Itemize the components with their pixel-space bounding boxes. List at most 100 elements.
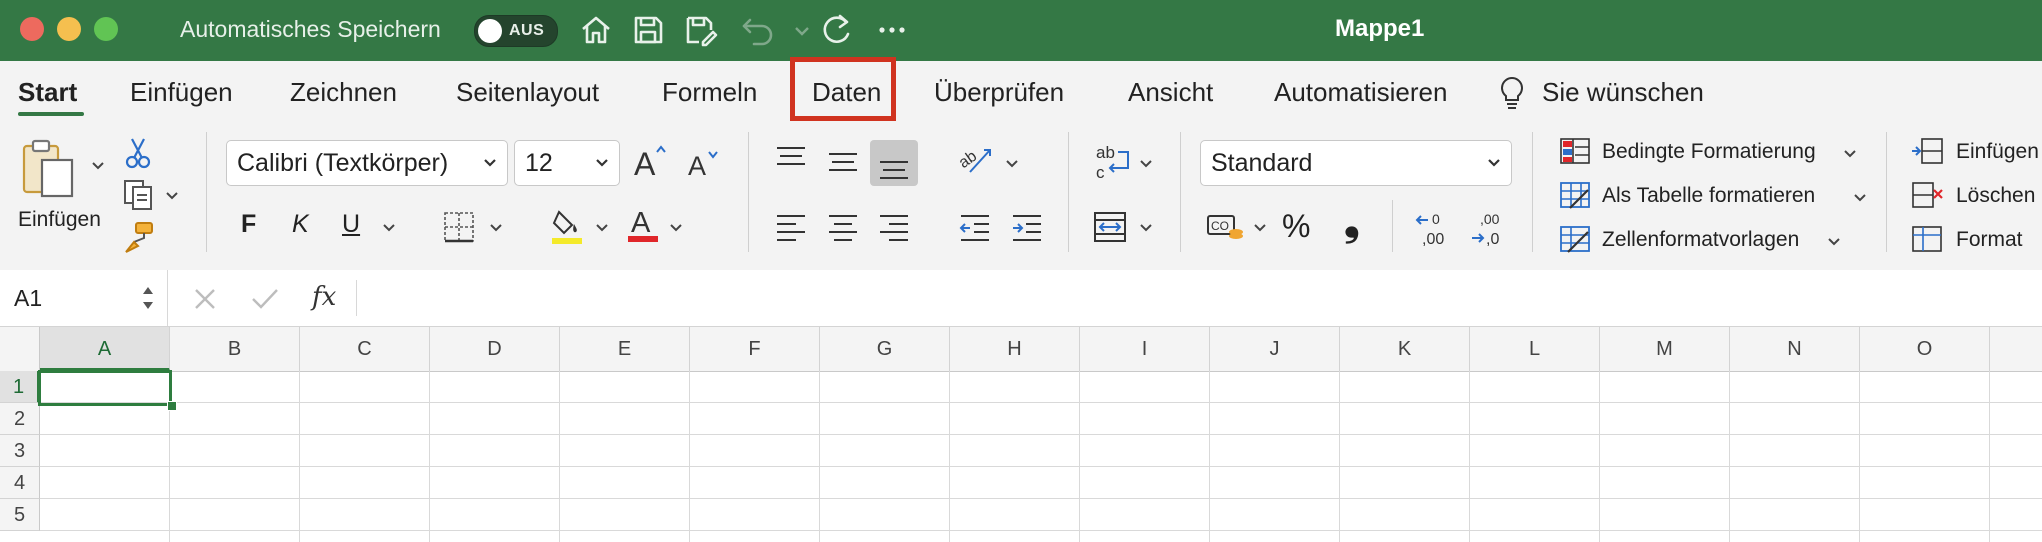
percent-style-button[interactable]: %: [1282, 208, 1310, 245]
increase-indent-icon[interactable]: [1010, 212, 1044, 242]
insert-cells-icon[interactable]: [1910, 136, 1944, 166]
font-name-select[interactable]: Calibri (Textkörper): [226, 140, 508, 186]
tab-start[interactable]: Start: [18, 77, 77, 108]
conditional-formatting-label[interactable]: Bedingte Formatierung: [1602, 140, 1816, 164]
conditional-formatting-chevron-icon[interactable]: [1842, 146, 1858, 162]
column-header-e[interactable]: E: [560, 327, 690, 371]
merge-cells-icon[interactable]: [1092, 210, 1128, 244]
column-header-h[interactable]: H: [950, 327, 1080, 371]
fill-color-dropdown-chevron-icon[interactable]: [594, 220, 610, 236]
column-header-o[interactable]: O: [1860, 327, 1990, 371]
cancel-entry-icon[interactable]: [192, 286, 218, 312]
column-header-j[interactable]: J: [1210, 327, 1340, 371]
cut-icon[interactable]: [124, 136, 152, 170]
more-icon[interactable]: [874, 12, 910, 48]
format-as-table-label[interactable]: Als Tabelle formatieren: [1602, 184, 1815, 208]
column-header-b[interactable]: B: [170, 327, 300, 371]
wrap-text-dropdown-chevron-icon[interactable]: [1138, 156, 1154, 172]
row-header-5[interactable]: 5: [0, 499, 40, 531]
tab-formulas[interactable]: Formeln: [662, 77, 757, 108]
selected-cell-a1[interactable]: [38, 370, 172, 406]
tab-review[interactable]: Überprüfen: [934, 77, 1064, 108]
formula-input[interactable]: [362, 274, 2042, 322]
redo-icon[interactable]: [818, 12, 854, 48]
merge-cells-dropdown-chevron-icon[interactable]: [1138, 220, 1154, 236]
tab-view[interactable]: Ansicht: [1128, 77, 1213, 108]
comma-style-button[interactable]: ❟: [1344, 200, 1360, 245]
tab-page-layout[interactable]: Seitenlayout: [456, 77, 599, 108]
format-painter-icon[interactable]: [122, 220, 156, 254]
borders-dropdown-chevron-icon[interactable]: [488, 220, 504, 236]
decrease-font-size-icon[interactable]: A: [686, 148, 720, 180]
format-cells-label[interactable]: Format: [1956, 228, 2023, 252]
column-header-k[interactable]: K: [1340, 327, 1470, 371]
font-size-select[interactable]: 12: [514, 140, 620, 186]
decrease-decimal-button[interactable]: ,00,0: [1468, 210, 1512, 250]
insert-cells-label[interactable]: Einfügen: [1956, 140, 2039, 164]
delete-cells-icon[interactable]: [1910, 180, 1944, 210]
align-middle-icon[interactable]: [826, 148, 860, 178]
conditional-formatting-icon[interactable]: [1558, 136, 1592, 166]
column-header-i[interactable]: I: [1080, 327, 1210, 371]
orientation-dropdown-chevron-icon[interactable]: [1004, 156, 1020, 172]
tab-insert[interactable]: Einfügen: [130, 77, 233, 108]
italic-button[interactable]: K: [292, 210, 309, 239]
orientation-icon[interactable]: ab: [956, 142, 996, 178]
font-color-dropdown-chevron-icon[interactable]: [668, 220, 684, 236]
tab-automate[interactable]: Automatisieren: [1274, 77, 1447, 108]
minimize-window-button[interactable]: [57, 17, 81, 41]
column-header-c[interactable]: C: [300, 327, 430, 371]
format-as-table-icon[interactable]: [1558, 180, 1592, 210]
column-header-l[interactable]: L: [1470, 327, 1600, 371]
increase-font-size-icon[interactable]: A: [632, 144, 668, 180]
font-color-icon[interactable]: A: [626, 204, 660, 244]
paste-icon[interactable]: [20, 138, 80, 200]
undo-icon[interactable]: [740, 12, 776, 48]
format-cells-icon[interactable]: [1910, 224, 1944, 254]
tab-draw[interactable]: Zeichnen: [290, 77, 397, 108]
cell-styles-chevron-icon[interactable]: [1826, 234, 1842, 250]
number-format-select[interactable]: Standard: [1200, 140, 1512, 186]
undo-dropdown-chevron-icon[interactable]: [784, 12, 809, 48]
accounting-dropdown-chevron-icon[interactable]: [1252, 220, 1268, 236]
underline-button[interactable]: U: [342, 210, 360, 239]
row-header-3[interactable]: 3: [0, 435, 40, 467]
column-header-d[interactable]: D: [430, 327, 560, 371]
column-header-g[interactable]: G: [820, 327, 950, 371]
wrap-text-icon[interactable]: ab c: [1094, 142, 1134, 182]
copy-dropdown-chevron-icon[interactable]: [164, 188, 180, 204]
tab-tell-me[interactable]: Sie wünschen: [1542, 77, 1704, 108]
align-top-icon[interactable]: [774, 144, 808, 174]
cell-styles-label[interactable]: Zellenformatvorlagen: [1602, 228, 1799, 252]
close-window-button[interactable]: [20, 17, 44, 41]
borders-icon[interactable]: [442, 210, 476, 244]
select-all-corner[interactable]: [0, 327, 40, 371]
align-left-icon[interactable]: [774, 212, 808, 242]
row-header-1[interactable]: 1: [0, 371, 40, 403]
fill-handle[interactable]: [167, 401, 177, 411]
save-as-icon[interactable]: [682, 12, 718, 48]
copy-icon[interactable]: [122, 178, 156, 212]
accounting-format-icon[interactable]: CO: [1206, 210, 1246, 246]
column-header-f[interactable]: F: [690, 327, 820, 371]
insert-function-button[interactable]: fx: [312, 282, 336, 312]
bold-button[interactable]: F: [241, 210, 256, 239]
align-center-icon[interactable]: [826, 212, 860, 242]
column-header-m[interactable]: M: [1600, 327, 1730, 371]
zoom-window-button[interactable]: [94, 17, 118, 41]
delete-cells-label[interactable]: Löschen: [1956, 184, 2035, 208]
align-right-icon[interactable]: [877, 212, 911, 242]
fill-color-icon[interactable]: [550, 206, 584, 246]
confirm-entry-icon[interactable]: [250, 286, 280, 312]
save-icon[interactable]: [630, 12, 666, 48]
row-header-2[interactable]: 2: [0, 403, 40, 435]
decrease-indent-icon[interactable]: [958, 212, 992, 242]
increase-decimal-button[interactable]: 0,00: [1414, 210, 1458, 250]
column-header-n[interactable]: N: [1730, 327, 1860, 371]
name-box-stepper-icon[interactable]: [140, 282, 156, 314]
row-header-4[interactable]: 4: [0, 467, 40, 499]
autosave-toggle[interactable]: AUS: [474, 15, 558, 47]
home-icon[interactable]: [578, 12, 614, 48]
format-as-table-chevron-icon[interactable]: [1852, 190, 1868, 206]
paste-dropdown-chevron-icon[interactable]: [90, 158, 106, 174]
